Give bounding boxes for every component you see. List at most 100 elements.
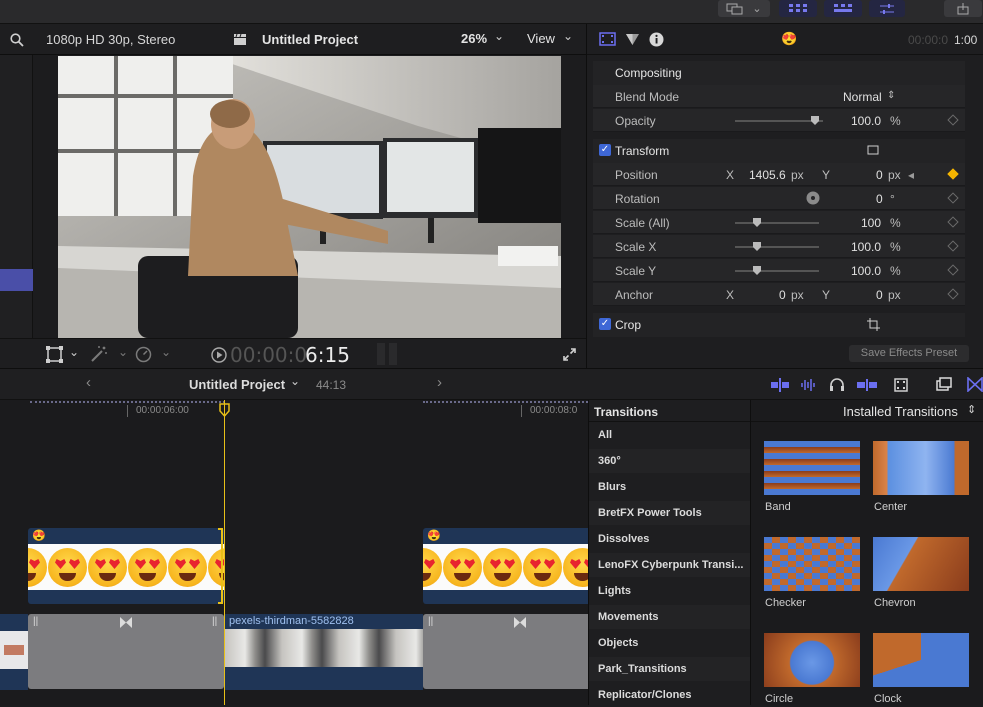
title-clip[interactable]: 😍 — [28, 528, 224, 604]
clip-appearance-icon[interactable] — [771, 378, 789, 392]
keyframe-active-button[interactable] — [947, 168, 959, 180]
speed-gauge-icon[interactable] — [135, 346, 152, 363]
heart-eyes-emoji-icon — [523, 548, 562, 587]
category-dissolves[interactable]: Dissolves — [589, 527, 750, 551]
scale-y-value[interactable]: 100.0 — [851, 264, 881, 278]
keyframe-button[interactable] — [947, 264, 959, 276]
scale-all-value[interactable]: 100 — [861, 216, 881, 230]
filter-icon[interactable] — [625, 32, 640, 46]
fullscreen-icon[interactable] — [563, 348, 576, 361]
category-park-transitions[interactable]: Park_Transitions — [589, 657, 750, 681]
magic-wand-icon[interactable] — [90, 345, 108, 363]
onscreen-controls-icon[interactable] — [867, 144, 879, 156]
category-360[interactable]: 360° — [589, 449, 750, 473]
category-bretfx[interactable]: BretFX Power Tools — [589, 501, 750, 525]
view-menu[interactable]: View — [527, 31, 555, 46]
playhead[interactable] — [224, 400, 225, 705]
viewer-project-title: Untitled Project — [262, 32, 359, 47]
transition-thumb-band[interactable] — [764, 441, 860, 495]
slider-knob[interactable] — [753, 266, 761, 275]
inspector-toggle-button[interactable] — [869, 0, 905, 17]
search-icon[interactable] — [10, 33, 24, 47]
opacity-value[interactable]: 100.0 — [851, 114, 881, 128]
chevron-down-icon[interactable]: ⌄ — [290, 374, 300, 388]
transition-thumb-chevron[interactable] — [873, 537, 969, 591]
video-clip[interactable]: pexels-thirdman-5582828 — [225, 614, 423, 690]
timeline-project-title[interactable]: Untitled Project — [189, 377, 285, 392]
rotation-dial[interactable] — [806, 191, 820, 205]
category-blurs[interactable]: Blurs — [589, 475, 750, 499]
slider-knob[interactable] — [811, 116, 819, 125]
rotation-value[interactable]: 0 — [876, 192, 883, 206]
transition-clip[interactable]: || — [423, 614, 588, 689]
viewer-video-frame — [58, 56, 561, 338]
anchor-x-field[interactable]: 0 — [779, 288, 786, 302]
video-inspector-icon[interactable] — [599, 32, 616, 46]
scale-x-slider[interactable] — [735, 242, 819, 251]
scale-x-value[interactable]: 100.0 — [851, 240, 881, 254]
updown-icon[interactable]: ⇕ — [967, 403, 976, 416]
zoom-menu[interactable]: 26% — [461, 31, 487, 46]
forward-arrow-icon[interactable]: › — [437, 374, 442, 391]
clip-emoji: 😍 — [32, 530, 46, 542]
transform-tool-icon[interactable] — [46, 346, 64, 363]
timecode-display[interactable]: 6:15 — [305, 343, 350, 367]
scale-y-slider[interactable] — [735, 266, 819, 275]
opacity-slider[interactable] — [735, 116, 823, 125]
blend-mode-popup[interactable]: Normal — [843, 90, 882, 104]
transition-clip[interactable]: || || — [28, 614, 224, 689]
selected-browser-item[interactable] — [0, 269, 33, 291]
waveform-icon[interactable] — [800, 378, 818, 392]
effects-browser-icon[interactable] — [936, 377, 952, 392]
play-icon[interactable] — [211, 347, 227, 363]
timeline-area[interactable]: 00:00:06:00 00:00:08:0 😍 😍 || || pexels-… — [0, 400, 588, 705]
save-effects-preset-button[interactable]: Save Effects Preset — [849, 345, 969, 362]
category-all[interactable]: All — [589, 423, 750, 447]
previous-keyframe-icon[interactable]: ◂ — [908, 168, 914, 182]
keyframe-button[interactable] — [947, 288, 959, 300]
transition-thumb-checker[interactable] — [764, 537, 860, 591]
chevron-down-icon[interactable]: ⌄ — [118, 345, 128, 359]
category-objects[interactable]: Objects — [589, 631, 750, 655]
keyframe-button[interactable] — [947, 192, 959, 204]
ruler-tick — [127, 405, 128, 417]
transition-thumb-clock[interactable] — [873, 633, 969, 687]
category-movements[interactable]: Movements — [589, 605, 750, 629]
back-arrow-icon[interactable]: ‹ — [86, 374, 91, 391]
timeline-toggle-button[interactable] — [824, 0, 862, 17]
scale-all-slider[interactable] — [735, 218, 819, 227]
crop-icon[interactable] — [867, 318, 880, 331]
title-clip[interactable]: 😍 — [423, 528, 588, 604]
chevron-down-icon[interactable]: ⌄ — [69, 345, 79, 359]
inspector-duration-dim: 00:00:0 — [908, 33, 949, 47]
slider-knob[interactable] — [753, 218, 761, 227]
snapping-icon[interactable] — [857, 378, 877, 392]
headphones-icon[interactable] — [829, 378, 845, 392]
chevron-down-icon[interactable]: ⌄ — [161, 345, 171, 359]
filmstrip-icon[interactable] — [894, 378, 908, 392]
position-x-field[interactable]: 1405.6 — [749, 168, 786, 182]
transform-checkbox[interactable]: ✓ — [599, 144, 611, 156]
position-y-field[interactable]: 0 — [876, 168, 883, 182]
transition-thumb-center[interactable] — [873, 441, 969, 495]
transition-thumb-circle[interactable] — [764, 633, 860, 687]
installed-transitions-menu[interactable]: Installed Transitions — [843, 404, 958, 419]
clip-trim-handle[interactable] — [218, 528, 223, 604]
slider-knob[interactable] — [753, 242, 761, 251]
display-options-button[interactable]: ⌄ — [718, 0, 770, 17]
video-clip[interactable] — [0, 614, 28, 690]
transitions-browser-icon[interactable] — [967, 377, 983, 392]
info-icon[interactable] — [649, 32, 664, 47]
keyframe-button[interactable] — [947, 240, 959, 252]
category-lenofx[interactable]: LenoFX Cyberpunk Transi... — [589, 553, 750, 577]
keyframe-button[interactable] — [947, 114, 959, 126]
anchor-y-field[interactable]: 0 — [876, 288, 883, 302]
keyframe-button[interactable] — [947, 216, 959, 228]
category-lights[interactable]: Lights — [589, 579, 750, 603]
viewer-footer: ⌄ ⌄ ⌄ 00:00:0 6:15 — [0, 338, 586, 368]
share-button[interactable] — [944, 0, 982, 17]
category-replicator-clones[interactable]: Replicator/Clones — [589, 683, 750, 707]
crop-checkbox[interactable]: ✓ — [599, 318, 611, 330]
browser-toggle-button[interactable] — [779, 0, 817, 17]
playhead-handle-icon[interactable] — [219, 403, 230, 417]
